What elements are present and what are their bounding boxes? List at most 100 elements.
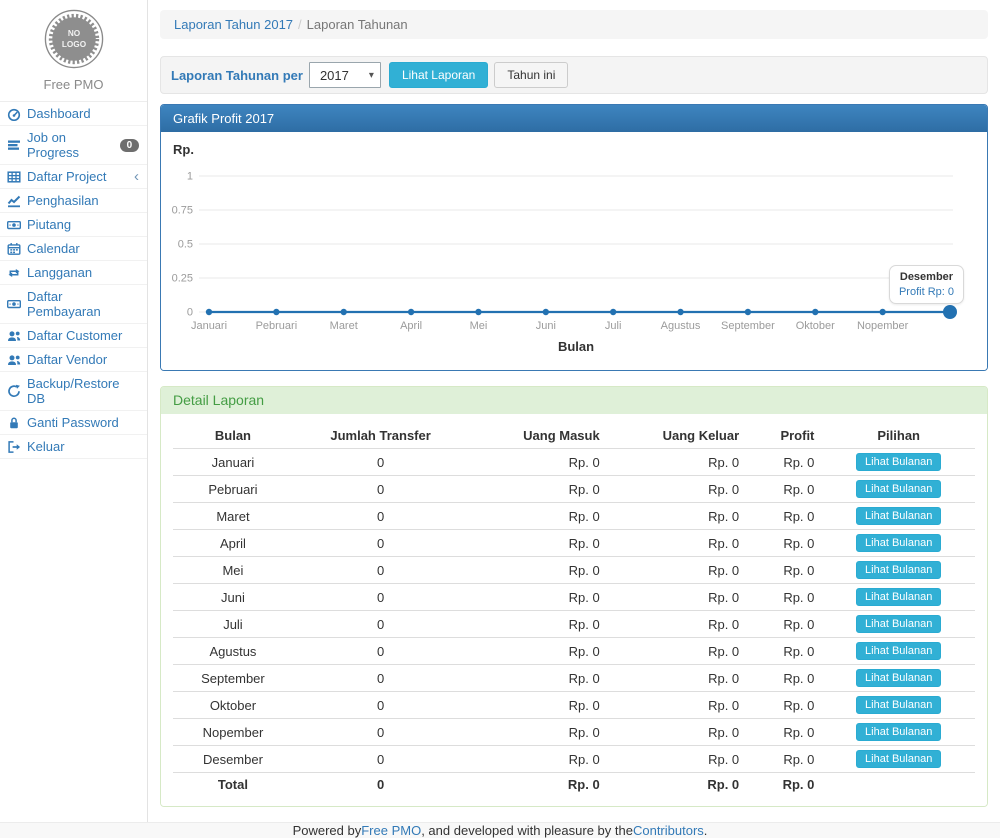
action-cell: Lihat Bulanan <box>822 503 975 530</box>
lock-icon <box>7 416 22 430</box>
money-in-cell: Rp. 0 <box>468 476 607 503</box>
money-out-cell: Rp. 0 <box>608 611 747 638</box>
lihat-bulanan-button[interactable]: Lihat Bulanan <box>856 615 941 633</box>
svg-text:Oktober: Oktober <box>796 320 835 332</box>
action-cell: Lihat Bulanan <box>822 476 975 503</box>
total-transfer-cell: 0 <box>293 773 468 797</box>
count-badge: 0 <box>120 139 139 152</box>
profit-cell: Rp. 0 <box>747 503 822 530</box>
lihat-bulanan-button[interactable]: Lihat Bulanan <box>856 696 941 714</box>
retweet-icon <box>7 266 22 280</box>
calendar-icon <box>7 242 22 256</box>
profit-cell: Rp. 0 <box>747 530 822 557</box>
detail-report-panel: Detail Laporan BulanJumlah TransferUang … <box>160 386 988 807</box>
sidebar-item-dashboard[interactable]: Dashboard <box>0 102 147 126</box>
month-cell: April <box>173 530 293 557</box>
money-out-cell: Rp. 0 <box>608 503 747 530</box>
month-cell: Agustus <box>173 638 293 665</box>
money-out-cell: Rp. 0 <box>608 584 747 611</box>
sidebar-item-keluar[interactable]: Keluar <box>0 435 147 459</box>
sidebar-item-ganti-password[interactable]: Ganti Password <box>0 411 147 435</box>
lihat-bulanan-button[interactable]: Lihat Bulanan <box>856 723 941 741</box>
breadcrumb-link-laporan-tahun[interactable]: Laporan Tahun 2017 <box>174 17 293 32</box>
transfer-count-cell: 0 <box>293 665 468 692</box>
sidebar-menu: DashboardJob on Progress0Daftar Project‹… <box>0 102 147 459</box>
tasks-icon <box>7 138 22 152</box>
table-row: Maret0Rp. 0Rp. 0Rp. 0Lihat Bulanan <box>173 503 975 530</box>
profit-cell: Rp. 0 <box>747 665 822 692</box>
main-content: Laporan Tahun 2017/Laporan Tahunan Lapor… <box>148 0 1000 822</box>
sidebar-item-daftar-project[interactable]: Daftar Project‹ <box>0 165 147 189</box>
logo-text-line2: LOGO <box>61 40 86 49</box>
money-out-cell: Rp. 0 <box>608 665 747 692</box>
transfer-count-cell: 0 <box>293 530 468 557</box>
lihat-bulanan-button[interactable]: Lihat Bulanan <box>856 561 941 579</box>
sidebar-item-penghasilan[interactable]: Penghasilan <box>0 189 147 213</box>
lihat-bulanan-button[interactable]: Lihat Bulanan <box>856 750 941 768</box>
sidebar-item-daftar-vendor[interactable]: Daftar Vendor <box>0 348 147 372</box>
tachometer-icon <box>7 107 22 121</box>
table-row: Nopember0Rp. 0Rp. 0Rp. 0Lihat Bulanan <box>173 719 975 746</box>
table-row: Mei0Rp. 0Rp. 0Rp. 0Lihat Bulanan <box>173 557 975 584</box>
table-row: Januari0Rp. 0Rp. 0Rp. 0Lihat Bulanan <box>173 449 975 476</box>
svg-text:Juli: Juli <box>605 320 622 332</box>
toolbar-label: Laporan Tahunan per <box>171 68 303 83</box>
money-out-cell: Rp. 0 <box>608 746 747 773</box>
footer-text: . <box>704 823 708 838</box>
money-in-cell: Rp. 0 <box>468 584 607 611</box>
sidebar-item-piutang[interactable]: Piutang <box>0 213 147 237</box>
lihat-bulanan-button[interactable]: Lihat Bulanan <box>856 453 941 471</box>
sidebar-item-job-on-progress[interactable]: Job on Progress0 <box>0 126 147 165</box>
svg-text:1: 1 <box>187 171 193 183</box>
chart-panel-title: Grafik Profit 2017 <box>161 105 987 132</box>
sidebar-item-backup-restore-db[interactable]: Backup/Restore DB <box>0 372 147 411</box>
app-window: NO LOGO Free PMO DashboardJob on Progres… <box>0 0 1000 822</box>
report-toolbar: Laporan Tahunan per 2017 ▾ Lihat Laporan… <box>160 56 988 94</box>
svg-text:Juni: Juni <box>536 320 556 332</box>
year-select[interactable]: 2017 ▾ <box>309 62 381 88</box>
lihat-laporan-button[interactable]: Lihat Laporan <box>389 62 488 88</box>
lihat-bulanan-button[interactable]: Lihat Bulanan <box>856 588 941 606</box>
money-in-cell: Rp. 0 <box>468 746 607 773</box>
sidebar-item-label: Daftar Vendor <box>27 352 107 367</box>
sidebar-item-label: Calendar <box>27 241 80 256</box>
month-cell: September <box>173 665 293 692</box>
money-in-cell: Rp. 0 <box>468 449 607 476</box>
lihat-bulanan-button[interactable]: Lihat Bulanan <box>856 642 941 660</box>
column-header-jumlah-transfer: Jumlah Transfer <box>293 423 468 449</box>
money-out-cell: Rp. 0 <box>608 638 747 665</box>
profit-cell: Rp. 0 <box>747 692 822 719</box>
svg-text:Mei: Mei <box>470 320 488 332</box>
lihat-bulanan-button[interactable]: Lihat Bulanan <box>856 669 941 687</box>
lihat-bulanan-button[interactable]: Lihat Bulanan <box>856 507 941 525</box>
action-cell: Lihat Bulanan <box>822 719 975 746</box>
transfer-count-cell: 0 <box>293 611 468 638</box>
sidebar-item-daftar-pembayaran[interactable]: Daftar Pembayaran <box>0 285 147 324</box>
free-pmo-link[interactable]: Free PMO <box>361 823 421 838</box>
column-header-uang-masuk: Uang Masuk <box>468 423 607 449</box>
action-cell: Lihat Bulanan <box>822 638 975 665</box>
table-row: Desember0Rp. 0Rp. 0Rp. 0Lihat Bulanan <box>173 746 975 773</box>
column-header-bulan: Bulan <box>173 423 293 449</box>
sidebar-item-langganan[interactable]: Langganan <box>0 261 147 285</box>
contributors-link[interactable]: Contributors <box>633 823 704 838</box>
svg-text:Maret: Maret <box>330 320 358 332</box>
lihat-bulanan-button[interactable]: Lihat Bulanan <box>856 534 941 552</box>
sidebar-item-label: Ganti Password <box>27 415 119 430</box>
total-action-cell <box>822 773 975 797</box>
line-chart-icon <box>7 194 22 208</box>
money-out-cell: Rp. 0 <box>608 476 747 503</box>
svg-text:April: April <box>400 320 422 332</box>
action-cell: Lihat Bulanan <box>822 530 975 557</box>
transfer-count-cell: 0 <box>293 557 468 584</box>
lihat-bulanan-button[interactable]: Lihat Bulanan <box>856 480 941 498</box>
sidebar-item-calendar[interactable]: Calendar <box>0 237 147 261</box>
transfer-count-cell: 0 <box>293 638 468 665</box>
tahun-ini-button[interactable]: Tahun ini <box>494 62 568 88</box>
breadcrumb: Laporan Tahun 2017/Laporan Tahunan <box>160 10 988 39</box>
transfer-count-cell: 0 <box>293 719 468 746</box>
refresh-icon <box>7 384 22 398</box>
breadcrumb-current: Laporan Tahunan <box>307 17 408 32</box>
sidebar-item-daftar-customer[interactable]: Daftar Customer <box>0 324 147 348</box>
table-row: April0Rp. 0Rp. 0Rp. 0Lihat Bulanan <box>173 530 975 557</box>
